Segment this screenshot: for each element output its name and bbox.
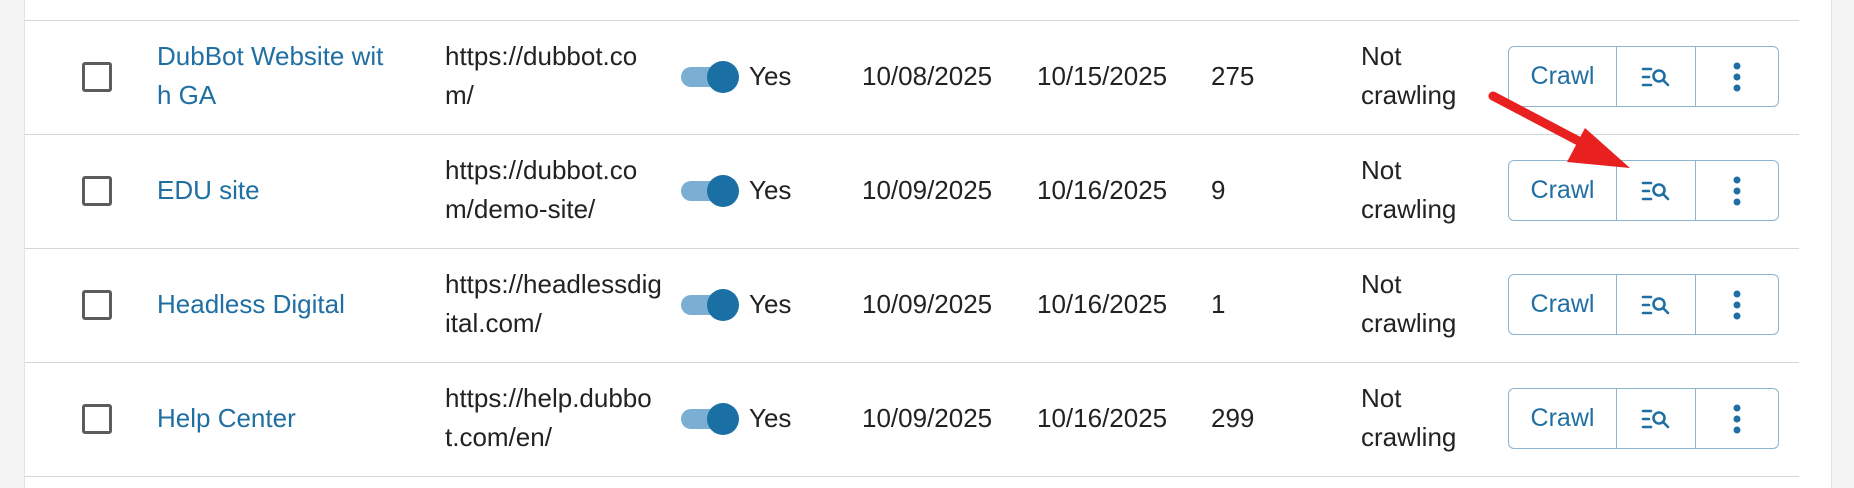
last-crawl-date: 10/08/2025: [862, 61, 993, 91]
crawl-button[interactable]: Crawl: [1509, 47, 1617, 106]
enabled-label: Yes: [749, 289, 792, 319]
enabled-toggle[interactable]: [681, 403, 739, 435]
row-checkbox[interactable]: [82, 176, 112, 206]
table-row: EDU site https://dubbot.com/demo-site/ Y…: [25, 135, 1799, 249]
vertical-ellipsis-icon: [1733, 176, 1741, 205]
row-actions: Crawl: [1508, 388, 1779, 449]
site-url: https://dubbot.com/: [445, 41, 638, 110]
site-url: https://headlessdigital.com/: [445, 269, 662, 338]
row-checkbox[interactable]: [82, 62, 112, 92]
site-name-link[interactable]: Help Center: [157, 399, 387, 438]
last-crawl-date: 10/09/2025: [862, 289, 993, 319]
row-checkbox[interactable]: [82, 404, 112, 434]
crawl-button[interactable]: Crawl: [1509, 161, 1617, 220]
enabled-label: Yes: [749, 61, 792, 91]
table-row: Help Center https://help.dubbot.com/en/ …: [25, 363, 1799, 477]
row-actions: Crawl: [1508, 274, 1779, 335]
row-checkbox[interactable]: [82, 290, 112, 320]
next-crawl-date: 10/15/2025: [1037, 61, 1168, 91]
last-crawl-date: 10/09/2025: [862, 175, 993, 205]
crawl-status: Not crawling: [1361, 41, 1457, 110]
crawl-status: Not crawling: [1361, 155, 1457, 224]
next-crawl-date: 10/16/2025: [1037, 403, 1168, 433]
list-search-icon: [1641, 295, 1670, 314]
row-actions: Crawl: [1508, 46, 1779, 107]
site-name-link[interactable]: Headless Digital: [157, 285, 387, 324]
next-crawl-date: 10/16/2025: [1037, 175, 1168, 205]
vertical-ellipsis-icon: [1733, 62, 1741, 91]
list-search-icon: [1641, 409, 1670, 428]
sites-panel: DubBot Website with GA https://dubbot.co…: [24, 0, 1832, 488]
last-crawl-date: 10/09/2025: [862, 403, 993, 433]
more-options-button[interactable]: [1696, 47, 1778, 106]
crawl-status: Not crawling: [1361, 269, 1457, 338]
more-options-button[interactable]: [1696, 275, 1778, 334]
enabled-toggle[interactable]: [681, 175, 739, 207]
site-name-link[interactable]: EDU site: [157, 171, 387, 210]
sites-table: DubBot Website with GA https://dubbot.co…: [25, 20, 1799, 477]
inspect-button[interactable]: [1617, 161, 1696, 220]
site-name-link[interactable]: DubBot Website with GA: [157, 37, 387, 115]
site-url: https://dubbot.com/demo-site/: [445, 155, 638, 224]
crawl-button[interactable]: Crawl: [1509, 389, 1617, 448]
page-count: 275: [1211, 61, 1255, 91]
inspect-button[interactable]: [1617, 47, 1696, 106]
page-count: 9: [1211, 175, 1226, 205]
enabled-label: Yes: [749, 175, 792, 205]
page-count: 299: [1211, 403, 1255, 433]
site-url: https://help.dubbot.com/en/: [445, 383, 652, 452]
enabled-label: Yes: [749, 403, 792, 433]
inspect-button[interactable]: [1617, 275, 1696, 334]
crawl-status: Not crawling: [1361, 383, 1457, 452]
more-options-button[interactable]: [1696, 161, 1778, 220]
vertical-ellipsis-icon: [1733, 404, 1741, 433]
page-count: 1: [1211, 289, 1226, 319]
crawl-button[interactable]: Crawl: [1509, 275, 1617, 334]
inspect-button[interactable]: [1617, 389, 1696, 448]
more-options-button[interactable]: [1696, 389, 1778, 448]
enabled-toggle[interactable]: [681, 61, 739, 93]
list-search-icon: [1641, 67, 1670, 86]
table-row: Headless Digital https://headlessdigital…: [25, 249, 1799, 363]
list-search-icon: [1641, 181, 1670, 200]
vertical-ellipsis-icon: [1733, 290, 1741, 319]
enabled-toggle[interactable]: [681, 289, 739, 321]
row-actions: Crawl: [1508, 160, 1779, 221]
table-row: DubBot Website with GA https://dubbot.co…: [25, 21, 1799, 135]
next-crawl-date: 10/16/2025: [1037, 289, 1168, 319]
